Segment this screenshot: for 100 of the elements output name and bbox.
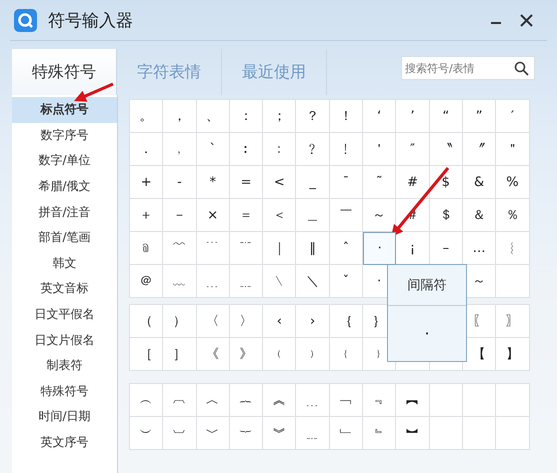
symbol-cell[interactable]: ‖ [296, 232, 330, 265]
symbol-cell[interactable]: ． [130, 133, 164, 166]
symbol-cell[interactable]: ； [263, 100, 296, 133]
symbol-cell[interactable]: ﹐ [163, 133, 197, 166]
symbol-cell[interactable]: ﹚ [296, 338, 330, 371]
symbol-cell[interactable]: ﹫ [130, 232, 164, 265]
symbol-cell[interactable]: ﹍ [196, 265, 230, 298]
symbol-cell[interactable]: ‹ [263, 305, 296, 338]
symbol-cell[interactable]: 〞 [462, 133, 496, 166]
symbol-cell[interactable] [430, 417, 463, 450]
category-item[interactable]: 日文片假名 [12, 327, 117, 353]
symbol-cell[interactable] [496, 417, 530, 450]
symbol-cell[interactable]: “ [430, 100, 463, 133]
symbol-cell[interactable]: ︻ [396, 384, 430, 417]
category-item[interactable]: 韩文 [12, 250, 117, 276]
symbol-cell[interactable]: ︺ [163, 417, 197, 450]
category-item[interactable]: 特殊符号 [12, 378, 117, 404]
category-item[interactable]: 数字序号 [12, 122, 117, 148]
symbol-cell[interactable]: ＝ [230, 199, 264, 232]
symbol-cell[interactable]: × [196, 199, 230, 232]
symbol-cell[interactable]: = [230, 166, 264, 199]
symbol-cell[interactable] [430, 384, 463, 417]
symbol-cell[interactable]: ﹊ [230, 232, 264, 265]
symbol-cell[interactable] [496, 384, 530, 417]
symbol-cell[interactable]: ﹏ [163, 265, 197, 298]
symbol-cell[interactable]: ﹉ [196, 232, 230, 265]
symbol-cell[interactable]: ︷ [230, 384, 264, 417]
symbol-cell[interactable] [462, 417, 496, 450]
symbol-cell[interactable]: 〈 [196, 305, 230, 338]
category-item[interactable]: 部首/笔画 [12, 224, 117, 251]
symbol-cell[interactable]: ﹄ [363, 417, 396, 450]
symbol-cell[interactable]: ＇ [363, 133, 396, 166]
category-item[interactable]: 希腊/俄文 [12, 174, 117, 200]
symbol-cell[interactable]: & [462, 166, 496, 199]
symbol-cell[interactable]: ˜ [363, 166, 396, 199]
symbol-cell[interactable]: ¯ [330, 166, 364, 199]
symbol-cell[interactable]: ′ [496, 100, 530, 133]
symbol-cell[interactable]: ” [462, 100, 496, 133]
symbol-cell[interactable]: ﹖ [296, 133, 330, 166]
symbol-cell[interactable]: ﹨ [263, 265, 296, 298]
symbol-cell[interactable]: ˋ [196, 133, 230, 166]
symbol-cell[interactable]: % [496, 166, 530, 199]
symbol-cell[interactable]: ＜ [263, 199, 296, 232]
symbol-cell[interactable]: ！ [330, 100, 364, 133]
symbol-cell[interactable]: ︵ [130, 384, 164, 417]
symbol-cell[interactable]: ﹕ [263, 133, 296, 166]
symbol-cell[interactable]: ﹂ [330, 417, 364, 450]
symbol-cell[interactable]: ︽ [263, 384, 296, 417]
symbol-cell[interactable]: － [163, 199, 197, 232]
symbol-cell[interactable]: ″ [396, 133, 430, 166]
symbol-cell[interactable]: ＋ [130, 199, 164, 232]
symbol-cell[interactable]: ￣ [330, 199, 364, 232]
symbol-cell[interactable]: ﹛ [330, 338, 364, 371]
symbol-cell[interactable]: 《 [196, 338, 230, 371]
symbol-cell[interactable]: 〗 [496, 305, 530, 338]
tab[interactable]: 特殊符号 [12, 49, 117, 95]
symbol-cell[interactable]: ︾ [263, 417, 296, 450]
symbol-cell[interactable]: ｛ [330, 305, 364, 338]
symbol-cell[interactable]: ［ [130, 338, 164, 371]
symbol-cell[interactable]: ︰ [230, 133, 264, 166]
category-item[interactable]: 标点符号 [12, 97, 117, 123]
symbol-cell[interactable]: ： [230, 100, 264, 133]
symbol-cell[interactable]: ％ [496, 199, 530, 232]
symbol-cell[interactable]: ˇ [330, 265, 364, 298]
symbol-cell[interactable] [462, 384, 496, 417]
symbol-cell[interactable]: 〉 [230, 305, 264, 338]
category-item[interactable]: 数字/单位 [12, 148, 117, 174]
symbol-cell[interactable]: ’ [396, 100, 430, 133]
symbol-cell[interactable]: ＼ [296, 265, 330, 298]
symbol-cell[interactable]: 】 [496, 338, 530, 371]
symbol-cell[interactable]: ﹎ [230, 265, 264, 298]
symbol-cell[interactable]: ＄ [430, 199, 463, 232]
symbol-cell[interactable]: · [363, 232, 396, 265]
symbol-cell[interactable]: ］ [163, 338, 197, 371]
symbol-cell[interactable]: ﹙ [263, 338, 296, 371]
symbol-cell[interactable]: ﹎ [296, 417, 330, 450]
search-field[interactable]: 搜索符号/表情 [401, 56, 535, 80]
symbol-cell[interactable]: 》 [230, 338, 264, 371]
symbol-cell[interactable]: 。 [130, 100, 164, 133]
symbol-cell[interactable]: + [130, 166, 164, 199]
symbol-cell[interactable]: ︸ [230, 417, 264, 450]
symbol-cell[interactable]: ‘ [363, 100, 396, 133]
symbol-cell[interactable]: 、 [196, 100, 230, 133]
symbol-cell[interactable]: < [263, 166, 296, 199]
symbol-cell[interactable]: ﹍ [296, 384, 330, 417]
symbol-cell[interactable]: * [196, 166, 230, 199]
category-item[interactable]: 制表符 [12, 352, 117, 379]
category-item[interactable]: 日文平假名 [12, 302, 117, 328]
symbol-cell[interactable]: ） [163, 305, 197, 338]
symbol-cell[interactable]: ︼ [396, 417, 430, 450]
symbol-cell[interactable]: ﹌ [163, 232, 197, 265]
symbol-cell[interactable]: ﹀ [196, 417, 230, 450]
symbol-cell[interactable]: ， [163, 100, 197, 133]
symbol-cell[interactable]: ＆ [462, 199, 496, 232]
symbol-cell[interactable]: ﹗ [330, 133, 364, 166]
symbol-cell[interactable]: ＠ [130, 265, 164, 298]
symbol-cell[interactable]: （ [130, 305, 164, 338]
search-icon[interactable] [514, 61, 529, 76]
symbol-cell[interactable] [496, 265, 530, 298]
category-item[interactable]: 时间/日期 [12, 404, 117, 430]
